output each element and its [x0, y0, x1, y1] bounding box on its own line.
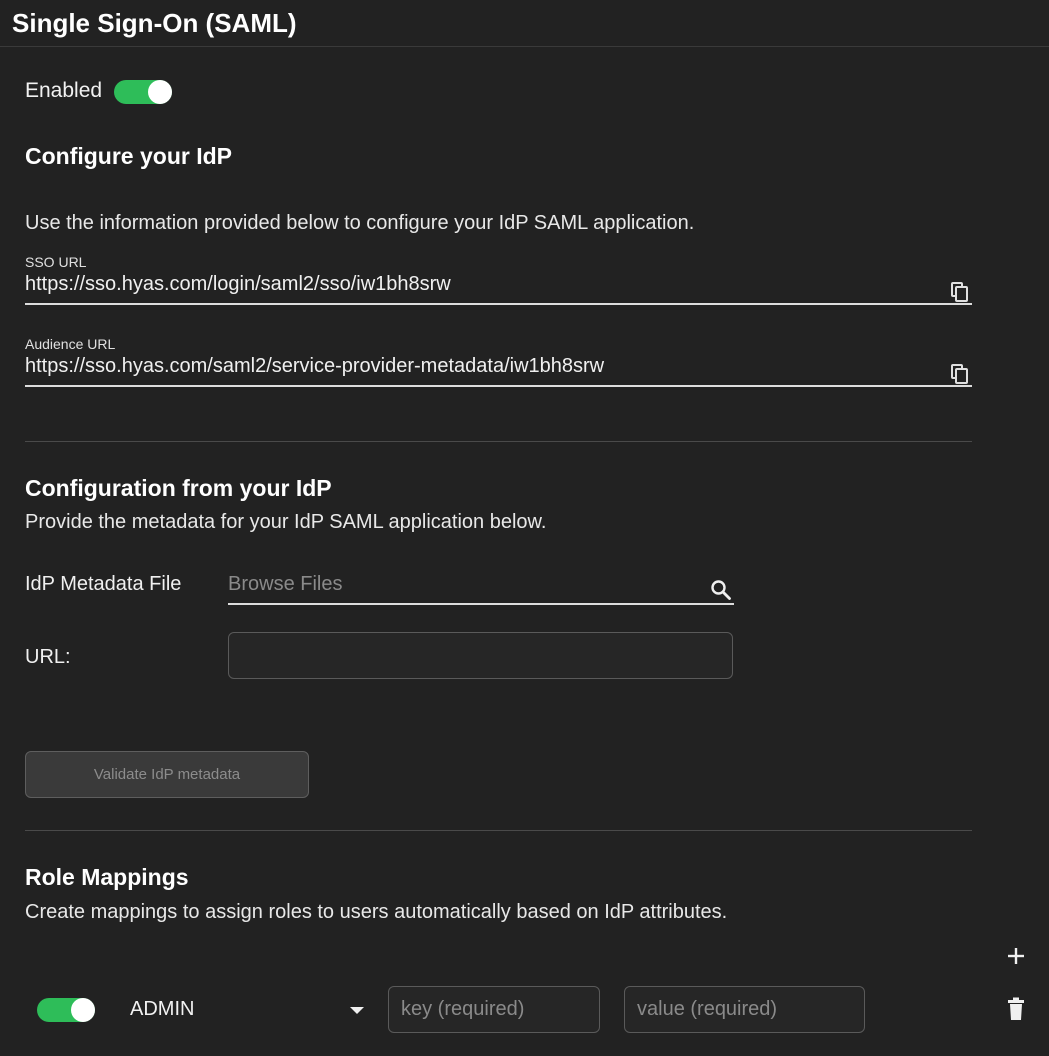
sso-url-value: https://sso.hyas.com/login/saml2/sso/iw1… — [25, 273, 451, 295]
sso-url-label: SSO URL — [25, 254, 87, 270]
role-mapping-toggle[interactable] — [37, 998, 95, 1022]
sso-enabled-toggle[interactable] — [114, 80, 172, 104]
browse-files-input[interactable]: Browse Files — [228, 573, 342, 596]
trash-icon[interactable] — [1006, 997, 1026, 1021]
config-from-idp-description: Provide the metadata for your IdP SAML a… — [25, 511, 547, 533]
sso-settings-page: Single Sign-On (SAML) Enabled Configure … — [0, 0, 1049, 1056]
validate-idp-metadata-button[interactable]: Validate IdP metadata — [25, 751, 309, 798]
configure-idp-title: Configure your IdP — [25, 143, 232, 169]
toggle-knob — [71, 998, 95, 1022]
role-mappings-title: Role Mappings — [25, 864, 189, 890]
copy-sso-url-icon[interactable] — [951, 282, 969, 302]
enabled-label: Enabled — [25, 79, 103, 102]
role-mappings-description: Create mappings to assign roles to users… — [25, 901, 728, 923]
search-icon[interactable] — [709, 578, 733, 602]
role-select-value[interactable]: ADMIN — [130, 998, 194, 1021]
audience-url-underline — [25, 385, 972, 387]
toggle-knob — [148, 80, 172, 104]
role-value-input[interactable] — [624, 986, 865, 1033]
page-title: Single Sign-On (SAML) — [12, 8, 297, 38]
sso-url-underline — [25, 303, 972, 305]
configure-idp-description: Use the information provided below to co… — [25, 212, 695, 234]
metadata-url-input[interactable] — [228, 632, 733, 679]
copy-audience-url-icon[interactable] — [951, 364, 969, 384]
list-item: ADMIN — [0, 984, 1049, 1036]
section-divider — [25, 441, 972, 442]
chevron-down-icon[interactable] — [348, 1003, 366, 1015]
config-from-idp-title: Configuration from your IdP — [25, 475, 332, 501]
page-header: Single Sign-On (SAML) — [0, 0, 1049, 47]
role-key-input[interactable] — [388, 986, 600, 1033]
audience-url-label: Audience URL — [25, 336, 116, 352]
audience-url-value: https://sso.hyas.com/saml2/service-provi… — [25, 355, 605, 377]
section-divider — [25, 830, 972, 831]
metadata-file-label: IdP Metadata File — [25, 573, 182, 595]
url-label: URL: — [25, 646, 71, 668]
browse-files-underline — [228, 603, 734, 605]
plus-icon[interactable] — [1005, 945, 1027, 967]
